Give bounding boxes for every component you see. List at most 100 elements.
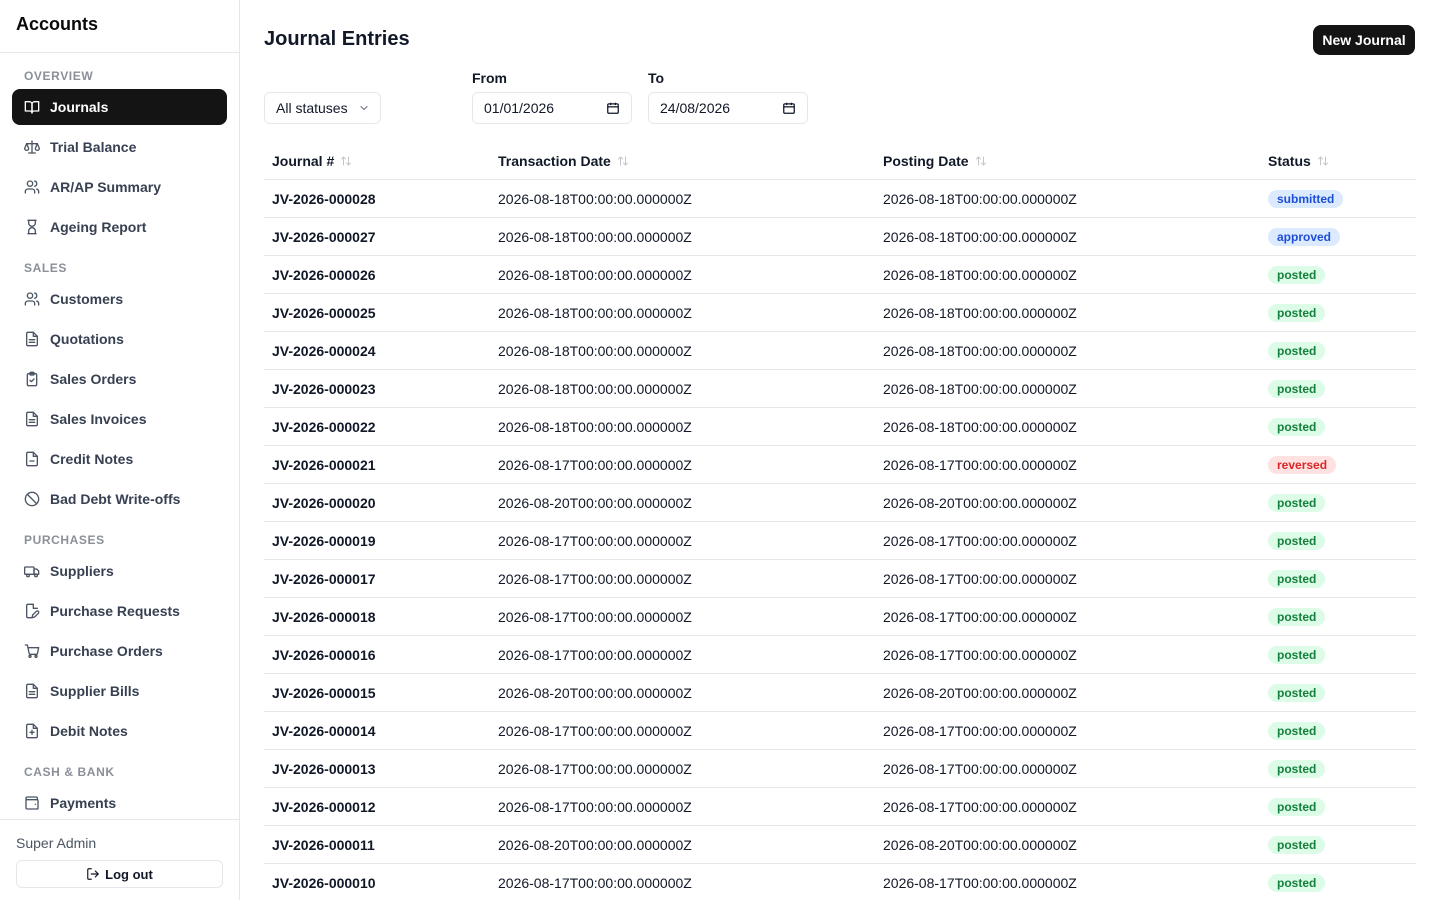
status-badge: approved [1268, 227, 1341, 246]
journal-number: JV-2026-000017 [272, 570, 376, 587]
sidebar-item-ar-ap-summary[interactable]: AR/AP Summary [12, 169, 227, 205]
sidebar-item-debit-notes[interactable]: Debit Notes [12, 713, 227, 749]
section-label-overview: OVERVIEW [24, 69, 94, 83]
table-row[interactable]: JV-2026-000019 2026-08-17T00:00:00.000000… [264, 522, 1416, 560]
table-row[interactable]: JV-2026-000015 2026-08-20T00:00:00.000000… [264, 674, 1416, 712]
journal-number: JV-2026-000019 [272, 532, 376, 549]
journal-number: JV-2026-000016 [272, 646, 376, 663]
table-row[interactable]: JV-2026-000018 2026-08-17T00:00:00.000000… [264, 598, 1416, 636]
table-row[interactable]: JV-2026-000026 2026-08-18T00:00:00.000000… [264, 256, 1416, 294]
table-row[interactable]: JV-2026-000014 2026-08-17T00:00:00.000000… [264, 712, 1416, 750]
section-label-cash-bank: CASH & BANK [24, 765, 115, 779]
journal-number: JV-2026-000025 [272, 304, 376, 321]
sidebar-item-purchase-orders[interactable]: Purchase Orders [12, 633, 227, 669]
to-date-input[interactable]: 24/08/2026 [648, 92, 808, 124]
status-badge: posted [1268, 721, 1326, 740]
column-header-posting-date[interactable]: Posting Date [883, 142, 987, 180]
status-cell: posted [1268, 522, 1326, 559]
column-header-transaction-date[interactable]: Transaction Date [498, 142, 629, 180]
status-filter-select[interactable]: All statuses [264, 92, 381, 124]
table-row[interactable]: JV-2026-000010 2026-08-17T00:00:00.000000… [264, 864, 1416, 900]
sidebar-item-label: Sales Invoices [50, 411, 147, 427]
sidebar-item-customers[interactable]: Customers [12, 281, 227, 317]
status-badge: posted [1268, 683, 1326, 702]
table-row[interactable]: JV-2026-000021 2026-08-17T00:00:00.000000… [264, 446, 1416, 484]
sidebar-item-sales-invoices[interactable]: Sales Invoices [12, 401, 227, 437]
sidebar-item-credit-notes[interactable]: Credit Notes [12, 441, 227, 477]
logout-button[interactable]: Log out [16, 860, 223, 888]
sidebar-item-suppliers[interactable]: Suppliers [12, 553, 227, 589]
status-cell: posted [1268, 560, 1326, 597]
table-row[interactable]: JV-2026-000023 2026-08-18T00:00:00.000000… [264, 370, 1416, 408]
journal-number: JV-2026-000024 [272, 342, 376, 359]
transaction-date: 2026-08-20T00:00:00.000000Z [498, 494, 692, 511]
sidebar-item-label: Journals [50, 99, 109, 115]
from-date-value: 01/01/2026 [484, 100, 555, 116]
table-row[interactable]: JV-2026-000028 2026-08-18T00:00:00.000000… [264, 180, 1416, 218]
section-label-sales: SALES [24, 261, 68, 275]
sidebar-item-journals[interactable]: Journals [12, 89, 227, 125]
section-label-purchases: PURCHASES [24, 533, 105, 547]
table-row[interactable]: JV-2026-000017 2026-08-17T00:00:00.000000… [264, 560, 1416, 598]
sidebar-item-bad-debt-write-offs[interactable]: Bad Debt Write-offs [12, 481, 227, 517]
status-badge: posted [1268, 379, 1326, 398]
table-header: Journal # Transaction Date Posting Date Sta… [264, 142, 1416, 180]
transaction-date: 2026-08-17T00:00:00.000000Z [498, 874, 692, 891]
sidebar-item-ageing-report[interactable]: Ageing Report [12, 209, 227, 245]
posting-date: 2026-08-17T00:00:00.000000Z [883, 798, 1077, 815]
transaction-date: 2026-08-18T00:00:00.000000Z [498, 228, 692, 245]
to-label: To [648, 70, 665, 86]
column-header-status[interactable]: Status [1268, 142, 1329, 180]
table-row[interactable]: JV-2026-000013 2026-08-17T00:00:00.000000… [264, 750, 1416, 788]
table-row[interactable]: JV-2026-000011 2026-08-20T00:00:00.000000… [264, 826, 1416, 864]
hourglass-icon [24, 219, 40, 235]
journal-number: JV-2026-000015 [272, 684, 376, 701]
table-row[interactable]: JV-2026-000012 2026-08-17T00:00:00.000000… [264, 788, 1416, 826]
journal-number: JV-2026-000011 [272, 836, 375, 853]
new-journal-button[interactable]: New Journal [1313, 25, 1415, 55]
status-badge: posted [1268, 607, 1326, 626]
status-cell: posted [1268, 332, 1326, 369]
posting-date: 2026-08-17T00:00:00.000000Z [883, 722, 1077, 739]
file-icon [24, 451, 40, 467]
calendar-icon[interactable] [782, 101, 796, 115]
status-cell: posted [1268, 598, 1326, 635]
journal-number: JV-2026-000026 [272, 266, 376, 283]
from-date-input[interactable]: 01/01/2026 [472, 92, 632, 124]
sidebar-item-label: Suppliers [50, 563, 114, 579]
transaction-date: 2026-08-17T00:00:00.000000Z [498, 570, 692, 587]
sidebar-item-label: Trial Balance [50, 139, 137, 155]
truck-icon [24, 563, 40, 579]
posting-date: 2026-08-18T00:00:00.000000Z [883, 228, 1077, 245]
sidebar-item-payments[interactable]: Payments [12, 785, 227, 819]
table-row[interactable]: JV-2026-000024 2026-08-18T00:00:00.000000… [264, 332, 1416, 370]
table-row[interactable]: JV-2026-000020 2026-08-20T00:00:00.000000… [264, 484, 1416, 522]
transaction-date: 2026-08-20T00:00:00.000000Z [498, 684, 692, 701]
table-row[interactable]: JV-2026-000022 2026-08-18T00:00:00.000000… [264, 408, 1416, 446]
status-cell: posted [1268, 750, 1326, 787]
sidebar-item-trial-balance[interactable]: Trial Balance [12, 129, 227, 165]
journal-number: JV-2026-000028 [272, 190, 376, 207]
sidebar-item-quotations[interactable]: Quotations [12, 321, 227, 357]
status-badge: submitted [1268, 189, 1344, 208]
sidebar-item-label: Quotations [50, 331, 124, 347]
transaction-date: 2026-08-17T00:00:00.000000Z [498, 722, 692, 739]
transaction-date: 2026-08-17T00:00:00.000000Z [498, 760, 692, 777]
posting-date: 2026-08-17T00:00:00.000000Z [883, 570, 1077, 587]
calendar-icon[interactable] [606, 101, 620, 115]
file-text-icon [24, 683, 40, 699]
sort-icon [1317, 155, 1329, 167]
sidebar-item-sales-orders[interactable]: Sales Orders [12, 361, 227, 397]
table-row[interactable]: JV-2026-000027 2026-08-18T00:00:00.000000… [264, 218, 1416, 256]
file-text-icon [24, 411, 40, 427]
status-cell: posted [1268, 826, 1326, 863]
table-row[interactable]: JV-2026-000025 2026-08-18T00:00:00.000000… [264, 294, 1416, 332]
page-title: Journal Entries [264, 28, 410, 50]
book-open-icon [24, 99, 40, 115]
table-row[interactable]: JV-2026-000016 2026-08-17T00:00:00.000000… [264, 636, 1416, 674]
sidebar-item-purchase-requests[interactable]: Purchase Requests [12, 593, 227, 629]
wallet-icon [24, 795, 40, 811]
status-cell: posted [1268, 788, 1326, 825]
column-header-journal[interactable]: Journal # [272, 142, 352, 180]
sidebar-item-supplier-bills[interactable]: Supplier Bills [12, 673, 227, 709]
